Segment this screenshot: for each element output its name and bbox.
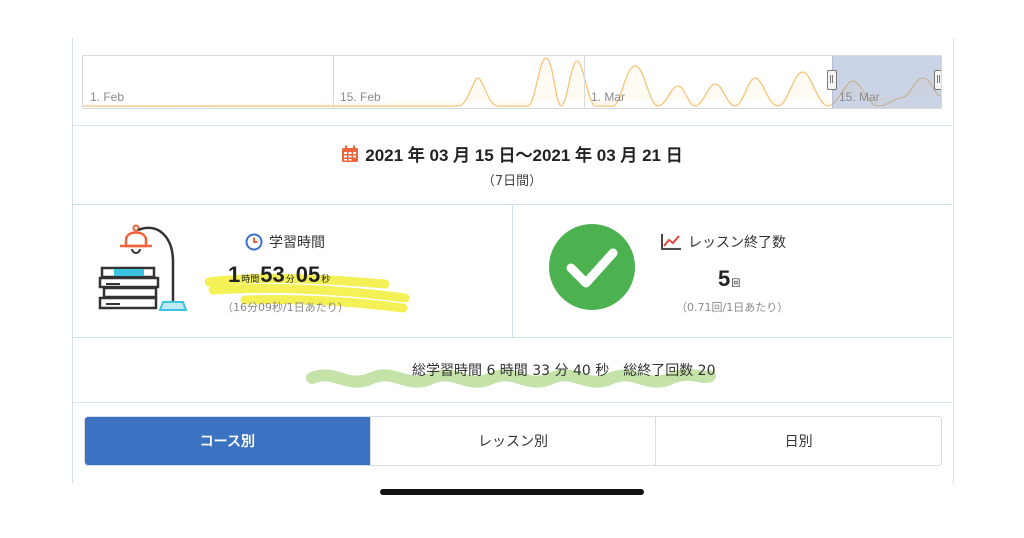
lessons-count-unit: 回 xyxy=(731,279,741,289)
line-chart-icon xyxy=(661,234,681,250)
activity-sparkline xyxy=(83,57,941,107)
lessons-label: レッスン終了数 xyxy=(660,232,786,252)
study-time-label: 学習時間 xyxy=(245,232,325,252)
hours-unit: 時間 xyxy=(241,275,260,285)
timeline-divider xyxy=(333,56,334,108)
seconds-value: 05 xyxy=(295,262,321,287)
study-time-value: 1時間53分05秒 xyxy=(228,262,331,288)
view-tabs: コース別 レッスン別 日別 xyxy=(84,416,942,466)
minutes-value: 53 xyxy=(260,262,285,287)
check-circle-icon xyxy=(549,224,635,310)
tab-by-lesson[interactable]: レッスン別 xyxy=(369,417,656,465)
desk-lamp-books-icon xyxy=(98,224,188,311)
clock-icon xyxy=(245,233,263,251)
lessons-count: 5 xyxy=(718,266,731,291)
timeline-label: 1. Mar xyxy=(591,90,626,104)
study-time-per-day: （16分09秒/1日あたり） xyxy=(222,301,349,314)
minutes-unit: 分 xyxy=(285,275,295,285)
lessons-count-value: 5回 xyxy=(718,266,741,292)
hours-value: 1 xyxy=(228,262,241,287)
range-start-handle[interactable] xyxy=(827,70,837,90)
range-end-handle[interactable] xyxy=(934,70,941,90)
timeline-label: 15. Feb xyxy=(340,90,381,104)
divider xyxy=(512,205,513,337)
date-range-text: 2021 年 03 月 15 日〜2021 年 03 月 21 日 xyxy=(365,146,683,165)
totals-section: 総学習時間 6 時間 33 分 40 秒 総終了回数 20 xyxy=(72,350,952,402)
date-range-duration: （7日間） xyxy=(481,174,543,189)
timeline-label: 1. Feb xyxy=(90,90,125,104)
timeline-label: 15. Mar xyxy=(839,90,880,104)
date-range-section: 2021 年 03 月 15 日〜2021 年 03 月 21 日 （7日間） xyxy=(72,126,952,204)
tab-by-course[interactable]: コース別 xyxy=(85,417,370,465)
home-indicator[interactable] xyxy=(380,489,644,495)
seconds-unit: 秒 xyxy=(321,275,331,285)
timeline-divider xyxy=(584,56,585,108)
tab-by-day[interactable]: 日別 xyxy=(655,417,941,465)
divider xyxy=(72,402,952,403)
lessons-per-day: （0.71回/1日あたり） xyxy=(676,301,789,314)
divider xyxy=(72,337,952,338)
study-time-title: 学習時間 xyxy=(269,235,325,251)
date-navigator[interactable]: 1. Feb 15. Feb 1. Mar 15. Mar xyxy=(82,55,942,109)
calendar-icon xyxy=(342,145,359,162)
date-range: 2021 年 03 月 15 日〜2021 年 03 月 21 日 xyxy=(72,141,952,166)
lessons-title: レッスン終了数 xyxy=(688,235,786,251)
totals-text: 総学習時間 6 時間 33 分 40 秒 総終了回数 20 xyxy=(412,363,716,379)
